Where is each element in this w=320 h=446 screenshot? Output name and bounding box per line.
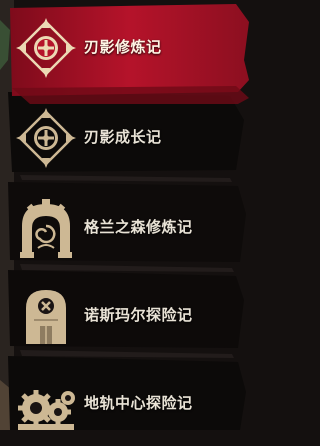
- menu-item-label: 地轨中心探险记: [84, 394, 193, 412]
- menu-item-northmeyer-expedition[interactable]: 诺斯玛尔探险记: [0, 274, 249, 358]
- menu-item-label: 格兰之森修炼记: [84, 218, 193, 236]
- forest-gate-icon: [20, 199, 72, 258]
- compass-cross-icon: [16, 18, 76, 78]
- gears-icon: [18, 390, 75, 430]
- menu-item-blade-shadow-growth[interactable]: 刃影成长记: [0, 96, 249, 180]
- compass-cross-icon: [16, 108, 76, 168]
- menu-item-label: 诺斯玛尔探险记: [84, 306, 193, 324]
- menu-item-blade-shadow-training[interactable]: 刃影修炼记: [0, 6, 249, 90]
- menu-item-label: 刃影成长记: [84, 128, 162, 146]
- menu-item-gran-forest-training[interactable]: 格兰之森修炼记: [0, 186, 249, 270]
- adventure-menu: 刃影修炼记 刃影成长记 格兰之森修炼记 诺斯玛尔探险记 地轨中心探险记: [0, 0, 249, 430]
- menu-item-ground-rail-center-expedition[interactable]: 地轨中心探险记: [0, 362, 249, 446]
- menu-item-label: 刃影修炼记: [84, 38, 162, 56]
- tombstone-door-icon: [26, 290, 66, 344]
